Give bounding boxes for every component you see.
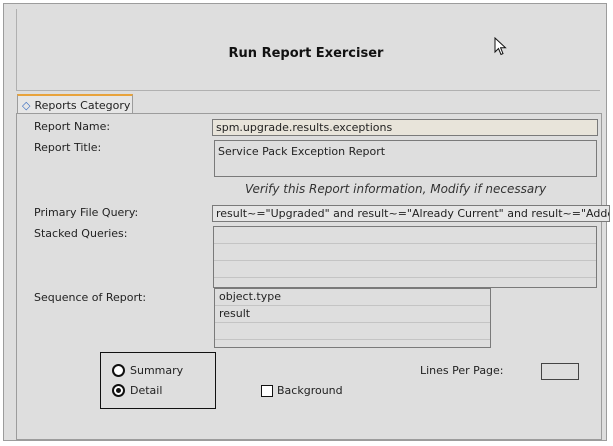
detail-radio[interactable] (112, 384, 125, 397)
background-option[interactable]: Background (261, 384, 343, 397)
sequence-item[interactable]: object.type (215, 289, 490, 306)
window-title: Run Report Exerciser (228, 46, 384, 61)
stacked-queries-textarea[interactable] (213, 226, 597, 288)
stacked-query-row[interactable] (214, 227, 596, 244)
mouse-cursor-icon (494, 37, 507, 56)
primary-query-label: Primary File Query: (34, 206, 139, 219)
tab-label: Reports Category (34, 98, 131, 112)
report-name-field[interactable]: spm.upgrade.results.exceptions (212, 119, 598, 136)
stacked-query-row[interactable] (214, 261, 596, 278)
diamond-icon: ◇ (22, 98, 31, 112)
background-checkbox[interactable] (261, 384, 273, 397)
sequence-item[interactable] (215, 323, 490, 340)
verify-note: Verify this Report information, Modify i… (245, 182, 547, 196)
report-title-label: Report Title: (34, 141, 102, 154)
detail-label: Detail (130, 384, 163, 397)
detail-option[interactable]: Detail (112, 384, 162, 397)
primary-query-field[interactable]: result~="Upgraded" and result~="Already … (212, 205, 610, 222)
summary-label: Summary (130, 364, 184, 377)
sequence-list[interactable]: object.type result (214, 288, 491, 348)
lines-per-page-input[interactable] (541, 363, 579, 380)
summary-radio[interactable] (112, 364, 125, 377)
summary-option[interactable]: Summary (112, 364, 183, 377)
lines-per-page-label: Lines Per Page: (420, 364, 504, 377)
report-title-value: Service Pack Exception Report (218, 145, 386, 158)
report-type-group (100, 352, 216, 409)
sequence-item[interactable]: result (215, 306, 490, 323)
tab-reports-category[interactable]: ◇ Reports Category (17, 94, 133, 114)
background-label: Background (277, 384, 343, 397)
report-name-label: Report Name: (34, 120, 111, 133)
sequence-label: Sequence of Report: (34, 291, 147, 304)
stacked-query-row[interactable] (214, 244, 596, 261)
report-title-textarea[interactable]: Service Pack Exception Report (214, 140, 597, 177)
stacked-queries-label: Stacked Queries: (34, 227, 128, 240)
